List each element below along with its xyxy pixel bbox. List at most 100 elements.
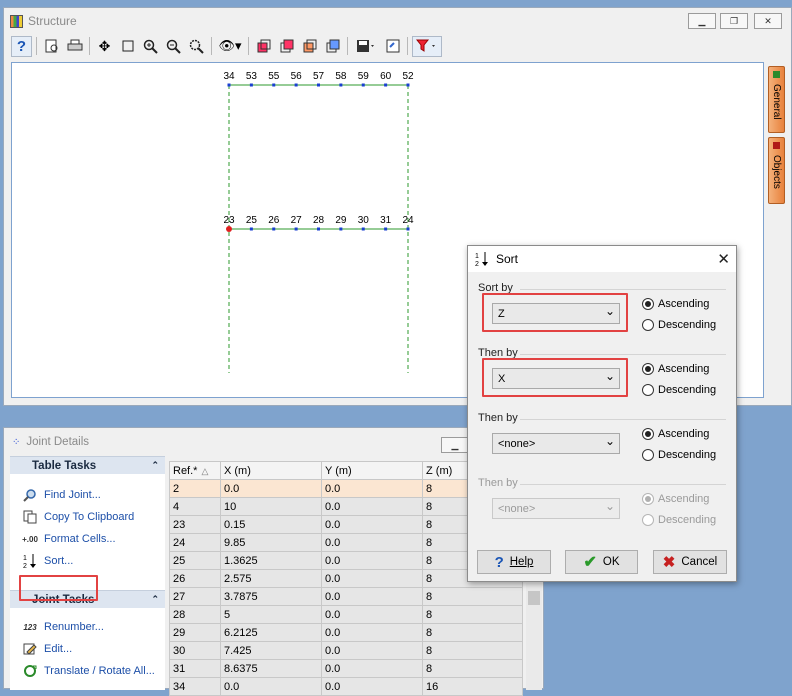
- table-cell[interactable]: 1.3625: [220, 551, 322, 570]
- task-translate-rotate[interactable]: Translate / Rotate All...: [10, 660, 165, 682]
- table-cell[interactable]: 2: [169, 479, 221, 498]
- table-cell[interactable]: 27: [169, 587, 221, 606]
- zoom-out-icon[interactable]: [163, 36, 184, 57]
- minimize-button[interactable]: ▁: [688, 13, 716, 29]
- table-row[interactable]: 34 0.0 0.0 16: [169, 677, 523, 696]
- table-cell[interactable]: 10: [220, 497, 322, 516]
- view-front-icon[interactable]: [253, 36, 274, 57]
- table-row[interactable]: 30 7.425 0.0 8: [169, 641, 523, 660]
- ascending-radio[interactable]: Ascending: [642, 298, 709, 310]
- table-cell[interactable]: 0.0: [220, 479, 322, 498]
- table-cell[interactable]: 9.85: [220, 533, 322, 552]
- table-tasks-header[interactable]: Table Tasks ⌃: [10, 456, 165, 474]
- table-cell[interactable]: 8: [422, 659, 523, 678]
- table-cell[interactable]: 2.575: [220, 569, 322, 588]
- tab-objects[interactable]: Objects: [768, 137, 785, 204]
- descending-radio[interactable]: Descending: [642, 319, 716, 331]
- view-eye-icon[interactable]: 👁▾: [216, 36, 244, 57]
- restore-button[interactable]: ❐: [720, 13, 748, 29]
- joint-node: [272, 83, 276, 87]
- table-row[interactable]: 27 3.7875 0.0 8: [169, 587, 523, 606]
- tab-general[interactable]: General: [768, 66, 785, 133]
- descending-radio[interactable]: Descending: [642, 384, 716, 396]
- table-cell[interactable]: 28: [169, 605, 221, 624]
- table-cell[interactable]: 0.0: [220, 677, 322, 696]
- table-cell[interactable]: 0.0: [321, 569, 423, 588]
- cancel-button[interactable]: ✖ Cancel: [653, 550, 727, 574]
- table-cell[interactable]: 6.2125: [220, 623, 322, 642]
- task-edit[interactable]: Edit...: [10, 638, 165, 660]
- undo-view-icon[interactable]: [382, 36, 403, 57]
- table-cell[interactable]: 8: [422, 605, 523, 624]
- table-cell[interactable]: 25: [169, 551, 221, 570]
- table-cell[interactable]: 7.425: [220, 641, 322, 660]
- dialog-close-icon[interactable]: ✕: [717, 250, 730, 268]
- help-icon[interactable]: ?: [11, 35, 32, 57]
- table-cell[interactable]: 0.0: [321, 677, 423, 696]
- view-side-icon[interactable]: [299, 36, 320, 57]
- print-preview-icon[interactable]: [41, 36, 62, 57]
- filter-icon[interactable]: [412, 35, 442, 57]
- table-cell[interactable]: 23: [169, 515, 221, 534]
- joint-label: 24: [402, 215, 414, 226]
- scrollbar-thumb[interactable]: [528, 591, 540, 605]
- help-button[interactable]: ? Help: [477, 550, 551, 574]
- column-header-ref[interactable]: Ref.* △: [169, 461, 221, 480]
- table-cell[interactable]: 29: [169, 623, 221, 642]
- pan-icon[interactable]: ✥: [94, 36, 115, 57]
- zoom-extents-icon[interactable]: [186, 36, 207, 57]
- ascending-radio[interactable]: Ascending: [642, 363, 709, 375]
- table-cell[interactable]: 8: [422, 641, 523, 660]
- separator: [407, 37, 408, 55]
- table-cell[interactable]: 5: [220, 605, 322, 624]
- save-icon[interactable]: [352, 36, 380, 57]
- table-cell[interactable]: 26: [169, 569, 221, 588]
- table-cell[interactable]: 0.0: [321, 551, 423, 570]
- magnifier-icon: [22, 487, 38, 503]
- ok-button[interactable]: ✔ OK: [565, 550, 638, 574]
- close-button[interactable]: ✕: [754, 13, 782, 29]
- print-icon[interactable]: [64, 36, 85, 57]
- table-cell[interactable]: 3.7875: [220, 587, 322, 606]
- table-cell[interactable]: 0.0: [321, 479, 423, 498]
- table-cell[interactable]: 0.0: [321, 623, 423, 642]
- table-cell[interactable]: 0.0: [321, 641, 423, 660]
- table-row[interactable]: 28 5 0.0 8: [169, 605, 523, 624]
- table-scrollbar[interactable]: [526, 583, 542, 690]
- table-cell[interactable]: 0.0: [321, 605, 423, 624]
- descending-radio[interactable]: Descending: [642, 449, 716, 461]
- view-top-icon[interactable]: [322, 36, 343, 57]
- table-cell[interactable]: 0.0: [321, 533, 423, 552]
- table-cell[interactable]: 0.15: [220, 515, 322, 534]
- joint-minimize-button[interactable]: ▁: [441, 437, 469, 453]
- task-copy-to-clipboard[interactable]: Copy To Clipboard: [10, 506, 165, 528]
- task-renumber[interactable]: 123 Renumber...: [10, 616, 165, 638]
- task-sort[interactable]: 12 Sort...: [10, 550, 165, 572]
- table-cell[interactable]: 8: [422, 623, 523, 642]
- table-cell[interactable]: 24: [169, 533, 221, 552]
- table-cell[interactable]: 0.0: [321, 515, 423, 534]
- table-cell[interactable]: 30: [169, 641, 221, 660]
- table-cell[interactable]: 31: [169, 659, 221, 678]
- view-back-icon[interactable]: [276, 36, 297, 57]
- table-cell[interactable]: 0.0: [321, 587, 423, 606]
- table-cell[interactable]: 0.0: [321, 659, 423, 678]
- ascending-radio[interactable]: Ascending: [642, 428, 709, 440]
- task-format-cells[interactable]: +.00 Format Cells...: [10, 528, 165, 550]
- collapse-icon[interactable]: ⌃: [151, 594, 159, 605]
- zoom-in-icon[interactable]: [140, 36, 161, 57]
- collapse-icon[interactable]: ⌃: [151, 460, 159, 471]
- column-header-y[interactable]: Y (m): [321, 461, 423, 480]
- table-cell[interactable]: 16: [422, 677, 523, 696]
- table-cell[interactable]: 8.6375: [220, 659, 322, 678]
- table-cell[interactable]: 34: [169, 677, 221, 696]
- table-row[interactable]: 29 6.2125 0.0 8: [169, 623, 523, 642]
- table-cell[interactable]: 8: [422, 587, 523, 606]
- table-cell[interactable]: 0.0: [321, 497, 423, 516]
- table-row[interactable]: 31 8.6375 0.0 8: [169, 659, 523, 678]
- task-find-joint[interactable]: Find Joint...: [10, 484, 165, 506]
- sort-field-select[interactable]: <none> ⌄: [492, 433, 620, 454]
- column-header-x[interactable]: X (m): [220, 461, 322, 480]
- table-cell[interactable]: 4: [169, 497, 221, 516]
- select-box-icon[interactable]: [117, 36, 138, 57]
